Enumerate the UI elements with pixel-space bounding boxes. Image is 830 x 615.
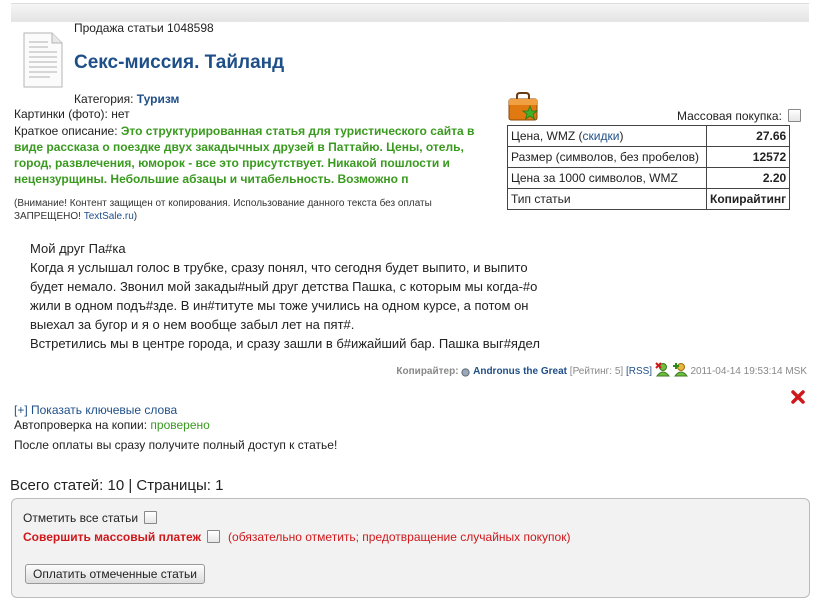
short-description: Краткое описание: Это структурированная … (14, 123, 499, 187)
select-all-row: Отметить все статьи (23, 511, 158, 525)
article-type-label: Тип статьи (507, 188, 707, 210)
discounts-link[interactable]: скидки (583, 129, 620, 143)
copywriter-info: Копирайтер: Andronus the Great [Рейтинг:… (396, 362, 807, 377)
category-label: Категория: (74, 92, 134, 106)
article-type-value: Копирайтинг (705, 188, 791, 210)
mass-payment-label: Совершить массовый платеж (23, 530, 202, 544)
copywriter-rating: [Рейтинг: 5] (569, 366, 624, 377)
add-user-icon[interactable] (672, 362, 688, 377)
document-icon (23, 32, 63, 88)
mass-payment-row: Совершить массовый платеж (обязательно от… (23, 530, 570, 544)
articles-summary: Всего статей: 10 | Страницы: 1 (10, 477, 224, 494)
article-title: Секс-миссия. Тайланд (74, 52, 285, 73)
mass-payment-note: (обязательно отметить; предотвращение сл… (228, 530, 571, 544)
rss-link[interactable]: [RSS] (626, 366, 652, 377)
remove-user-icon[interactable] (655, 362, 670, 377)
user-status-icon (461, 368, 470, 377)
sale-header: Продажа статьи 1048598 (74, 21, 214, 35)
category-link[interactable]: Туризм (137, 92, 180, 106)
select-all-checkbox[interactable] (144, 511, 158, 524)
table-cell: Цена, WMZ (скидки) (507, 125, 707, 147)
warning-close: ) (133, 211, 138, 222)
excerpt-paragraph: Встретились мы в центре города, и сразу … (30, 336, 540, 351)
table-row: Тип статьи Копирайтинг (507, 188, 791, 210)
mass-purchase-label: Массовая покупка: (677, 109, 782, 123)
show-keywords-link[interactable]: [+] Показать ключевые слова (14, 403, 177, 417)
table-row: Цена за 1000 символов, WMZ 2.20 (507, 167, 791, 189)
price-label: Цена, WMZ ( (511, 129, 583, 143)
copy-warning: (Внимание! Контент защищен от копировани… (14, 197, 484, 223)
autocheck-label: Автопроверка на копии: (14, 418, 148, 432)
warning-text: (Внимание! Контент защищен от копировани… (14, 198, 432, 222)
bulk-payment-panel: Отметить все статьи Совершить массовый п… (11, 498, 810, 598)
after-payment-note: После оплаты вы сразу получите полный до… (14, 438, 338, 452)
table-row: Цена, WMZ (скидки) 27.66 (507, 125, 791, 147)
copywriter-name-link[interactable]: Andronus the Great (473, 366, 567, 377)
price-label-end: ) (619, 129, 624, 143)
category-line: Категория: Туризм (74, 92, 179, 106)
purchase-table: Цена, WMZ (скидки) 27.66 Размер (символо… (507, 125, 791, 210)
article-excerpt: Мой друг Па#ка Когда я услышал голос в т… (30, 239, 550, 353)
excerpt-paragraph: Когда я услышал голос в трубке, сразу по… (30, 260, 538, 332)
size-label: Размер (символов, без пробелов) (507, 146, 707, 168)
textsale-link[interactable]: TextSale.ru (84, 211, 134, 222)
description-label: Краткое описание: (14, 124, 118, 138)
mass-payment-checkbox[interactable] (207, 530, 221, 543)
size-value: 12572 (705, 146, 791, 168)
price-per-1000-label: Цена за 1000 символов, WMZ (507, 167, 707, 189)
price-per-1000-value: 2.20 (705, 167, 791, 189)
images-label: Картинки (фото): (14, 107, 108, 121)
images-value: нет (111, 107, 130, 121)
autocheck-status: проверено (150, 418, 210, 432)
pay-selected-button[interactable]: Оплатить отмеченные статьи (25, 564, 205, 584)
publish-date: 2011-04-14 19:53:14 MSK (690, 366, 807, 377)
shopping-bag-star-icon (508, 92, 539, 121)
table-row: Размер (символов, без пробелов) 12572 (507, 146, 791, 168)
price-value: 27.66 (705, 125, 791, 147)
excerpt-paragraph: Мой друг Па#ка (30, 241, 126, 256)
images-line: Картинки (фото): нет (14, 107, 130, 121)
mass-purchase: Массовая покупка: (677, 109, 801, 123)
top-bar (11, 3, 809, 22)
autocheck-line: Автопроверка на копии: проверено (14, 418, 210, 432)
mass-purchase-checkbox[interactable] (787, 109, 801, 122)
select-all-label: Отметить все статьи (23, 511, 139, 525)
copywriter-label: Копирайтер: (396, 366, 459, 377)
delete-icon[interactable] (791, 390, 805, 404)
